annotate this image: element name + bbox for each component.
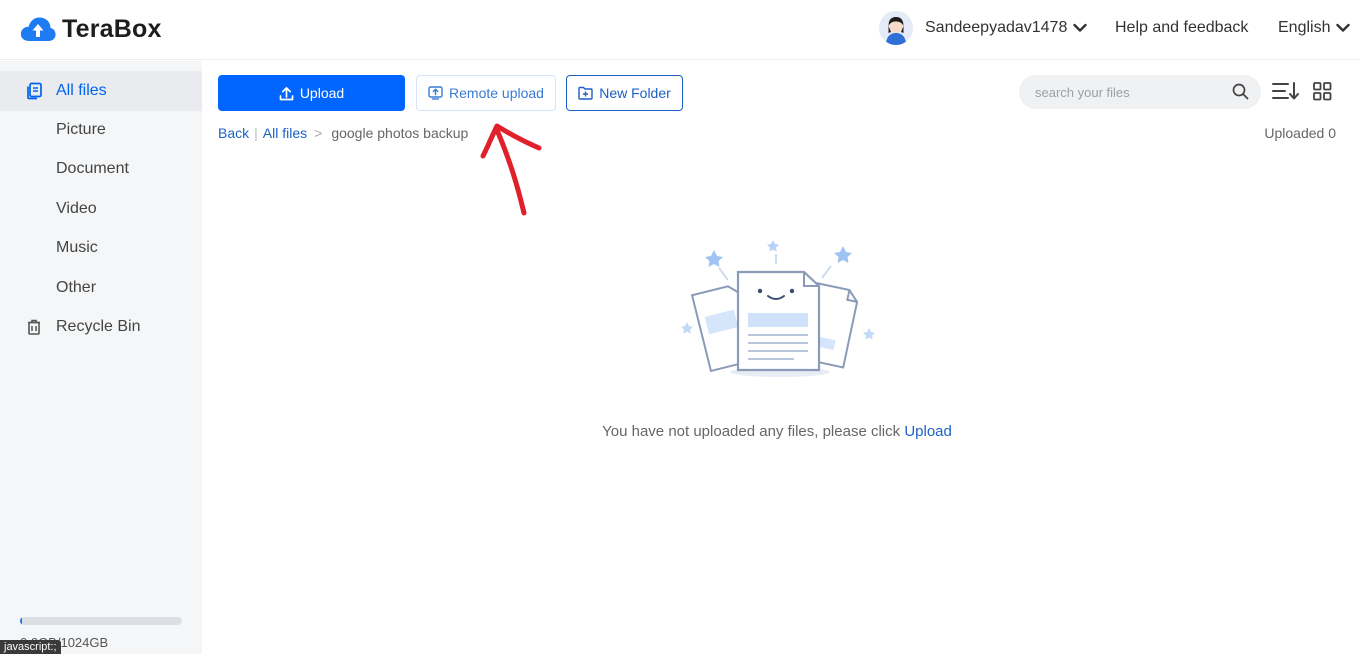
sidebar-item-label: Video bbox=[56, 200, 97, 217]
sidebar-item-music[interactable]: Music bbox=[0, 228, 202, 268]
sidebar-item-label: Other bbox=[56, 279, 97, 296]
breadcrumb-back-link[interactable]: Back bbox=[218, 125, 249, 141]
uploaded-count: Uploaded 0 bbox=[1264, 125, 1336, 141]
breadcrumb: Back | All files > google photos backup bbox=[218, 125, 468, 141]
remote-upload-button[interactable]: Remote upload bbox=[416, 75, 556, 111]
empty-state-message: You have not uploaded any files, please … bbox=[0, 423, 1360, 440]
chevron-down-icon[interactable] bbox=[1336, 23, 1351, 33]
cloud-upload-logo-icon bbox=[20, 17, 56, 41]
help-feedback-link[interactable]: Help and feedback bbox=[1115, 19, 1248, 37]
new-folder-icon bbox=[578, 86, 593, 100]
storage-progress-bar bbox=[20, 617, 182, 625]
breadcrumb-all-files-link[interactable]: All files bbox=[263, 125, 307, 141]
upload-icon bbox=[279, 86, 294, 101]
search-box[interactable] bbox=[1019, 75, 1261, 109]
upload-button-label: Upload bbox=[299, 85, 345, 101]
sidebar-item-other[interactable]: Other bbox=[0, 268, 202, 308]
avatar[interactable] bbox=[879, 11, 913, 45]
sidebar-item-all-files[interactable]: All files bbox=[0, 71, 202, 111]
empty-state-text: You have not uploaded any files, please … bbox=[602, 423, 901, 440]
search-input[interactable] bbox=[1035, 83, 1225, 101]
remote-upload-icon bbox=[428, 86, 443, 100]
browser-status-bar: javascript:; bbox=[0, 640, 61, 654]
sort-icon[interactable] bbox=[1272, 81, 1300, 106]
empty-state-upload-link[interactable]: Upload bbox=[904, 423, 952, 440]
remote-upload-label: Remote upload bbox=[449, 85, 544, 101]
sidebar-item-label: All files bbox=[56, 82, 107, 99]
username[interactable]: Sandeepyadav1478 bbox=[925, 19, 1067, 37]
search-icon[interactable] bbox=[1232, 83, 1249, 105]
chevron-down-icon[interactable] bbox=[1073, 23, 1088, 33]
trash-icon bbox=[25, 318, 43, 336]
top-header: TeraBox Sandeepyadav1478 Help and feedba… bbox=[0, 0, 1360, 60]
sidebar-item-label: Music bbox=[56, 239, 98, 256]
sidebar-item-document[interactable]: Document bbox=[0, 149, 202, 189]
storage-progress-fill bbox=[20, 617, 23, 625]
terabox-logo[interactable]: TeraBox bbox=[20, 12, 162, 46]
grid-view-icon[interactable] bbox=[1313, 82, 1332, 106]
breadcrumb-current-folder: google photos backup bbox=[331, 125, 469, 141]
sidebar-item-label: Picture bbox=[56, 121, 106, 138]
sidebar-item-picture[interactable]: Picture bbox=[0, 110, 202, 150]
upload-button[interactable]: Upload bbox=[218, 75, 405, 111]
sidebar-item-recycle-bin[interactable]: Recycle Bin bbox=[0, 307, 202, 347]
language-label[interactable]: English bbox=[1278, 19, 1330, 37]
all-files-icon bbox=[25, 82, 43, 100]
user-avatar-icon bbox=[879, 11, 913, 45]
new-folder-button[interactable]: New Folder bbox=[566, 75, 683, 111]
sidebar-item-label: Document bbox=[56, 160, 129, 177]
red-arrow-annotation bbox=[480, 123, 542, 216]
sidebar: All files Picture Document Video Music O… bbox=[0, 61, 202, 654]
empty-folder-illustration bbox=[681, 240, 875, 377]
language-selector[interactable]: English bbox=[1278, 19, 1351, 37]
breadcrumb-chevron: > bbox=[314, 125, 323, 141]
sidebar-item-label: Recycle Bin bbox=[56, 318, 141, 335]
user-menu[interactable]: Sandeepyadav1478 bbox=[879, 11, 1088, 45]
brand-name: TeraBox bbox=[62, 14, 162, 43]
breadcrumb-divider: | bbox=[254, 125, 258, 141]
sidebar-item-video[interactable]: Video bbox=[0, 189, 202, 229]
new-folder-label: New Folder bbox=[599, 85, 671, 101]
